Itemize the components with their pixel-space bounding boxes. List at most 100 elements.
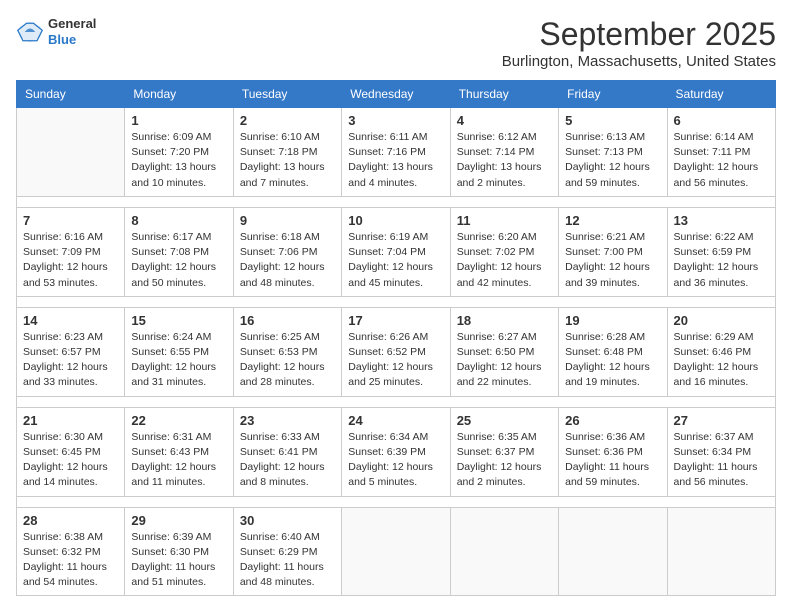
location: Burlington, Massachusetts, United States — [502, 53, 776, 70]
calendar-table: SundayMondayTuesdayWednesdayThursdayFrid… — [16, 80, 776, 596]
calendar-cell: 3 Sunrise: 6:11 AMSunset: 7:16 PMDaylight… — [342, 108, 450, 197]
day-info: Sunrise: 6:28 AMSunset: 6:48 PMDaylight:… — [565, 330, 660, 391]
day-info: Sunrise: 6:36 AMSunset: 6:36 PMDaylight:… — [565, 430, 660, 491]
calendar-cell — [17, 108, 125, 197]
day-info: Sunrise: 6:37 AMSunset: 6:34 PMDaylight:… — [674, 430, 769, 491]
calendar-cell: 30Sunrise: 6:40 AMSunset: 6:29 PMDayligh… — [233, 507, 341, 596]
day-info: Sunrise: 6:16 AMSunset: 7:09 PMDaylight:… — [23, 230, 118, 291]
day-info: Sunrise: 6:14 AMSunset: 7:11 PMDaylight:… — [674, 130, 769, 191]
calendar-cell: 15 Sunrise: 6:24 AMSunset: 6:55 PMDayligh… — [125, 307, 233, 396]
title-area: September 2025 Burlington, Massachusetts… — [502, 16, 776, 70]
calendar-cell: 5Sunrise: 6:13 AMSunset: 7:13 PMDaylight… — [559, 108, 667, 197]
day-info: Sunrise: 6:25 AMSunset: 6:53 PMDaylight:… — [240, 330, 335, 391]
day-number: 6 — [674, 113, 769, 128]
day-info: Sunrise: 6:39 AMSunset: 6:30 PMDaylight:… — [131, 530, 226, 591]
calendar-cell: 12Sunrise: 6:21 AMSunset: 7:00 PMDayligh… — [559, 207, 667, 296]
day-info: Sunrise: 6:26 AMSunset: 6:52 PMDaylight:… — [348, 330, 443, 391]
day-number: 21 — [23, 413, 118, 428]
calendar-cell: 1Sunrise: 6:09 AMSunset: 7:20 PMDaylight… — [125, 108, 233, 197]
day-number: 2 — [240, 113, 335, 128]
week-separator — [17, 296, 776, 307]
calendar-cell: 11 Sunrise: 6:20 AMSunset: 7:02 PMDayligh… — [450, 207, 558, 296]
day-number: 23 — [240, 413, 335, 428]
day-number: 13 — [674, 213, 769, 228]
calendar-cell: 26Sunrise: 6:36 AMSunset: 6:36 PMDayligh… — [559, 407, 667, 496]
day-info: Sunrise: 6:38 AMSunset: 6:32 PMDaylight:… — [23, 530, 118, 591]
calendar-cell: 25 Sunrise: 6:35 AMSunset: 6:37 PMDayligh… — [450, 407, 558, 496]
day-number: 12 — [565, 213, 660, 228]
week-row-3: 14 Sunrise: 6:23 AMSunset: 6:57 PMDayligh… — [17, 307, 776, 396]
weekday-header-saturday: Saturday — [667, 81, 775, 108]
calendar-cell: 10Sunrise: 6:19 AMSunset: 7:04 PMDayligh… — [342, 207, 450, 296]
calendar-cell: 29 Sunrise: 6:39 AMSunset: 6:30 PMDayligh… — [125, 507, 233, 596]
day-number: 8 — [131, 213, 226, 228]
calendar-cell — [342, 507, 450, 596]
month-title: September 2025 — [502, 16, 776, 53]
day-info: Sunrise: 6:11 AMSunset: 7:16 PMDaylight:… — [348, 130, 443, 191]
calendar-cell: 27 Sunrise: 6:37 AMSunset: 6:34 PMDayligh… — [667, 407, 775, 496]
day-number: 17 — [348, 313, 443, 328]
calendar-cell: 14 Sunrise: 6:23 AMSunset: 6:57 PMDayligh… — [17, 307, 125, 396]
day-info: Sunrise: 6:17 AMSunset: 7:08 PMDaylight:… — [131, 230, 226, 291]
day-info: Sunrise: 6:27 AMSunset: 6:50 PMDaylight:… — [457, 330, 552, 391]
calendar-cell: 16Sunrise: 6:25 AMSunset: 6:53 PMDayligh… — [233, 307, 341, 396]
weekday-header-thursday: Thursday — [450, 81, 558, 108]
calendar-cell: 2 Sunrise: 6:10 AMSunset: 7:18 PMDaylight… — [233, 108, 341, 197]
day-number: 14 — [23, 313, 118, 328]
day-info: Sunrise: 6:23 AMSunset: 6:57 PMDaylight:… — [23, 330, 118, 391]
day-info: Sunrise: 6:34 AMSunset: 6:39 PMDaylight:… — [348, 430, 443, 491]
day-number: 25 — [457, 413, 552, 428]
week-row-5: 28 Sunrise: 6:38 AMSunset: 6:32 PMDayligh… — [17, 507, 776, 596]
logo-text: General Blue — [48, 16, 96, 47]
day-number: 3 — [348, 113, 443, 128]
day-info: Sunrise: 6:35 AMSunset: 6:37 PMDaylight:… — [457, 430, 552, 491]
week-separator — [17, 496, 776, 507]
calendar-cell: 18 Sunrise: 6:27 AMSunset: 6:50 PMDayligh… — [450, 307, 558, 396]
weekday-header-tuesday: Tuesday — [233, 81, 341, 108]
calendar-cell: 19 Sunrise: 6:28 AMSunset: 6:48 PMDayligh… — [559, 307, 667, 396]
calendar-cell: 7Sunrise: 6:16 AMSunset: 7:09 PMDaylight… — [17, 207, 125, 296]
day-info: Sunrise: 6:40 AMSunset: 6:29 PMDaylight:… — [240, 530, 335, 591]
day-info: Sunrise: 6:20 AMSunset: 7:02 PMDaylight:… — [457, 230, 552, 291]
day-number: 1 — [131, 113, 226, 128]
weekday-header-row: SundayMondayTuesdayWednesdayThursdayFrid… — [17, 81, 776, 108]
day-info: Sunrise: 6:12 AMSunset: 7:14 PMDaylight:… — [457, 130, 552, 191]
day-number: 28 — [23, 513, 118, 528]
calendar-cell: 4 Sunrise: 6:12 AMSunset: 7:14 PMDaylight… — [450, 108, 558, 197]
week-separator — [17, 396, 776, 407]
logo: General Blue — [16, 16, 96, 47]
week-row-2: 7Sunrise: 6:16 AMSunset: 7:09 PMDaylight… — [17, 207, 776, 296]
day-info: Sunrise: 6:24 AMSunset: 6:55 PMDaylight:… — [131, 330, 226, 391]
calendar-cell: 28 Sunrise: 6:38 AMSunset: 6:32 PMDayligh… — [17, 507, 125, 596]
calendar-cell — [450, 507, 558, 596]
day-number: 24 — [348, 413, 443, 428]
day-number: 19 — [565, 313, 660, 328]
calendar-cell — [559, 507, 667, 596]
calendar-cell: 24 Sunrise: 6:34 AMSunset: 6:39 PMDayligh… — [342, 407, 450, 496]
header: General Blue September 2025 Burlington, … — [16, 16, 776, 70]
day-number: 22 — [131, 413, 226, 428]
day-number: 27 — [674, 413, 769, 428]
day-number: 29 — [131, 513, 226, 528]
calendar-cell — [667, 507, 775, 596]
day-info: Sunrise: 6:19 AMSunset: 7:04 PMDaylight:… — [348, 230, 443, 291]
day-info: Sunrise: 6:18 AMSunset: 7:06 PMDaylight:… — [240, 230, 335, 291]
calendar-cell: 20Sunrise: 6:29 AMSunset: 6:46 PMDayligh… — [667, 307, 775, 396]
day-number: 18 — [457, 313, 552, 328]
day-number: 15 — [131, 313, 226, 328]
day-info: Sunrise: 6:31 AMSunset: 6:43 PMDaylight:… — [131, 430, 226, 491]
calendar-cell: 13Sunrise: 6:22 AMSunset: 6:59 PMDayligh… — [667, 207, 775, 296]
day-info: Sunrise: 6:33 AMSunset: 6:41 PMDaylight:… — [240, 430, 335, 491]
logo-icon — [16, 18, 44, 46]
calendar-cell: 17 Sunrise: 6:26 AMSunset: 6:52 PMDayligh… — [342, 307, 450, 396]
day-info: Sunrise: 6:30 AMSunset: 6:45 PMDaylight:… — [23, 430, 118, 491]
day-number: 4 — [457, 113, 552, 128]
day-number: 9 — [240, 213, 335, 228]
day-number: 5 — [565, 113, 660, 128]
calendar-cell: 21 Sunrise: 6:30 AMSunset: 6:45 PMDayligh… — [17, 407, 125, 496]
day-number: 20 — [674, 313, 769, 328]
day-info: Sunrise: 6:10 AMSunset: 7:18 PMDaylight:… — [240, 130, 335, 191]
weekday-header-monday: Monday — [125, 81, 233, 108]
day-number: 11 — [457, 213, 552, 228]
week-row-1: 1Sunrise: 6:09 AMSunset: 7:20 PMDaylight… — [17, 108, 776, 197]
